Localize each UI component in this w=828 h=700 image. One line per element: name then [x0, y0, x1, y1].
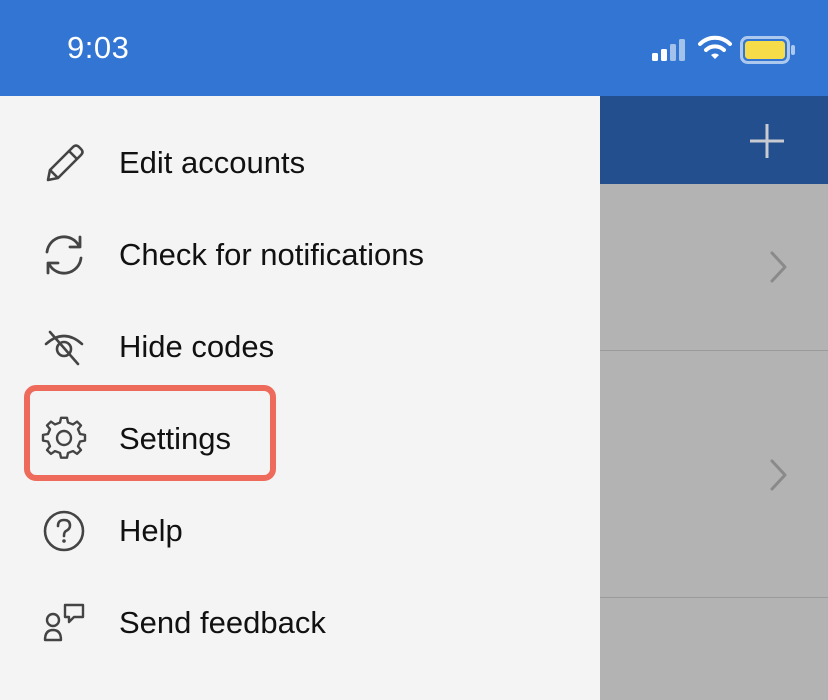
refresh-icon	[40, 231, 88, 279]
menu-item-check-notifications[interactable]: Check for notifications	[0, 209, 600, 301]
menu-item-edit-accounts[interactable]: Edit accounts	[0, 117, 600, 209]
menu-item-label: Settings	[119, 421, 232, 456]
signal-icon	[652, 39, 685, 61]
menu-item-help[interactable]: Help	[0, 485, 600, 577]
gear-icon	[40, 415, 88, 463]
menu-item-label: Edit accounts	[119, 145, 306, 180]
add-account-button[interactable]	[744, 118, 790, 164]
status-bar: 9:03	[0, 0, 828, 96]
account-list	[600, 184, 828, 700]
menu-item-label: Help	[119, 513, 183, 548]
account-row[interactable]	[600, 351, 828, 598]
menu-item-hide-codes[interactable]: Hide codes	[0, 301, 600, 393]
menu-item-settings[interactable]: Settings	[0, 393, 600, 485]
menu-item-send-feedback[interactable]: Send feedback	[0, 577, 600, 669]
eye-hidden-icon	[40, 323, 88, 371]
side-menu: Edit accounts Check for notifications Hi…	[0, 96, 600, 700]
chevron-right-icon	[770, 459, 787, 491]
pencil-icon	[40, 139, 88, 187]
account-row[interactable]	[600, 184, 828, 351]
help-icon	[40, 507, 88, 555]
menu-item-label: Send feedback	[119, 605, 326, 640]
app-header	[600, 96, 828, 184]
menu-item-label: Hide codes	[119, 329, 275, 364]
plus-icon	[750, 124, 784, 158]
status-time: 9:03	[67, 30, 130, 65]
feedback-icon	[40, 599, 88, 647]
chevron-right-icon	[770, 251, 787, 283]
wifi-icon	[698, 35, 732, 59]
menu-item-label: Check for notifications	[119, 237, 424, 272]
battery-icon	[740, 36, 795, 64]
